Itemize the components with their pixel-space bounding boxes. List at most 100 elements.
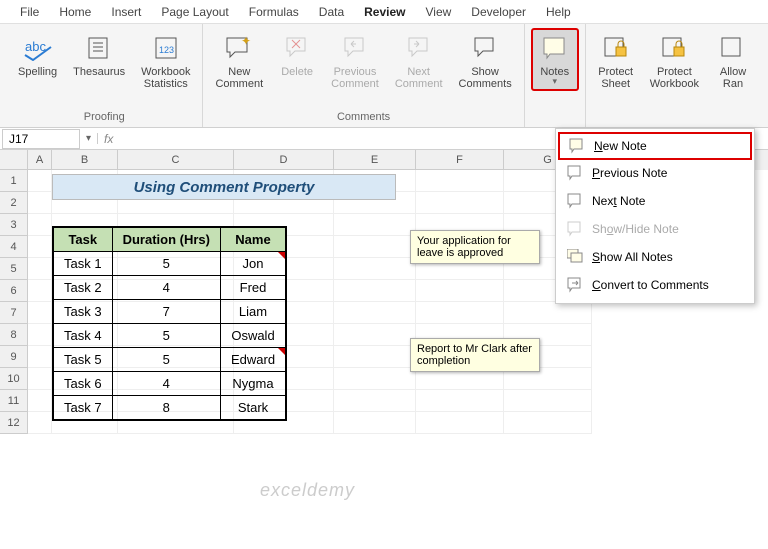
convert-icon: [566, 276, 584, 294]
row-head-5[interactable]: 5: [0, 258, 28, 280]
cell-duration[interactable]: 5: [112, 348, 220, 372]
row-head-11[interactable]: 11: [0, 390, 28, 412]
note-indicator-icon[interactable]: [278, 252, 285, 259]
table-row: Task 15Jon: [53, 252, 286, 276]
name-box-dropdown[interactable]: ▾: [80, 133, 98, 144]
row-head-9[interactable]: 9: [0, 346, 28, 368]
cell-task[interactable]: Task 7: [53, 396, 112, 421]
cell-duration[interactable]: 5: [112, 252, 220, 276]
cell-task[interactable]: Task 2: [53, 276, 112, 300]
tab-data[interactable]: Data: [309, 2, 354, 22]
cell-name[interactable]: Fred: [220, 276, 286, 300]
cell-task[interactable]: Task 6: [53, 372, 112, 396]
row-head-1[interactable]: 1: [0, 170, 28, 192]
show-comments-button[interactable]: Show Comments: [453, 28, 518, 94]
previous-comment-button: Previous Comment: [325, 28, 385, 94]
title-cell[interactable]: Using Comment Property: [52, 174, 396, 200]
cell-name[interactable]: Stark: [220, 396, 286, 421]
chevron-down-icon: ▾: [552, 76, 557, 87]
name-box[interactable]: J17: [2, 129, 80, 149]
fx-icon[interactable]: fx: [98, 132, 119, 146]
show-all-notes-icon: [566, 248, 584, 266]
tab-view[interactable]: View: [416, 2, 462, 22]
header-task[interactable]: Task: [53, 227, 112, 252]
row-head-3[interactable]: 3: [0, 214, 28, 236]
workbook-stats-button[interactable]: 123 Workbook Statistics: [135, 28, 196, 94]
tab-insert[interactable]: Insert: [101, 2, 151, 22]
next-comment-button: Next Comment: [389, 28, 449, 94]
notes-button[interactable]: Notes ▾: [531, 28, 579, 91]
table-row: Task 78Stark: [53, 396, 286, 421]
new-note-icon: [568, 137, 586, 155]
protect-sheet-icon: [600, 32, 632, 64]
menu-previous-note[interactable]: Previous Note: [556, 159, 754, 187]
cell-task[interactable]: Task 1: [53, 252, 112, 276]
cell-task[interactable]: Task 5: [53, 348, 112, 372]
cell-task[interactable]: Task 3: [53, 300, 112, 324]
cell-name[interactable]: Edward: [220, 348, 286, 372]
header-duration[interactable]: Duration (Hrs): [112, 227, 220, 252]
cell-duration[interactable]: 4: [112, 276, 220, 300]
cell-task[interactable]: Task 4: [53, 324, 112, 348]
allow-ranges-button[interactable]: Allow Ran: [709, 28, 757, 94]
cell-name[interactable]: Nygma: [220, 372, 286, 396]
menu-show-all-notes[interactable]: Show All Notes: [556, 243, 754, 271]
protect-workbook-button[interactable]: Protect Workbook: [644, 28, 705, 94]
watermark: exceldemy: [260, 480, 355, 501]
row-head-8[interactable]: 8: [0, 324, 28, 346]
row-head-7[interactable]: 7: [0, 302, 28, 324]
menu-showhide-note: Show/Hide Note: [556, 215, 754, 243]
row-head-6[interactable]: 6: [0, 280, 28, 302]
allow-ranges-icon: [717, 32, 749, 64]
svg-text:123: 123: [159, 45, 174, 55]
new-comment-button[interactable]: ✦ New Comment: [209, 28, 269, 94]
col-head-e[interactable]: E: [334, 150, 416, 170]
protect-sheet-button[interactable]: Protect Sheet: [592, 28, 640, 94]
spelling-button[interactable]: abc Spelling: [12, 28, 63, 82]
col-head-d[interactable]: D: [234, 150, 334, 170]
menu-bar: File Home Insert Page Layout Formulas Da…: [0, 0, 768, 24]
cell-duration[interactable]: 7: [112, 300, 220, 324]
next-note-icon: [566, 192, 584, 210]
menu-next-note[interactable]: Next Note: [556, 187, 754, 215]
cell-duration[interactable]: 8: [112, 396, 220, 421]
cell-name[interactable]: Liam: [220, 300, 286, 324]
cell-name[interactable]: Jon: [220, 252, 286, 276]
col-head-f[interactable]: F: [416, 150, 504, 170]
delete-comment-button: Delete: [273, 28, 321, 82]
ribbon: abc Spelling Thesaurus 123 Workbook Stat…: [0, 24, 768, 128]
menu-new-note[interactable]: New Note: [558, 132, 752, 160]
svg-text:✦: ✦: [241, 35, 251, 48]
data-table: Task Duration (Hrs) Name Task 15JonTask …: [52, 226, 287, 421]
table-row: Task 45Oswald: [53, 324, 286, 348]
row-head-2[interactable]: 2: [0, 192, 28, 214]
tab-developer[interactable]: Developer: [461, 2, 536, 22]
tab-formulas[interactable]: Formulas: [239, 2, 309, 22]
menu-convert-to-comments[interactable]: Convert to Comments: [556, 271, 754, 299]
delete-comment-icon: [281, 32, 313, 64]
header-name[interactable]: Name: [220, 227, 286, 252]
col-head-a[interactable]: A: [28, 150, 52, 170]
note-indicator-icon[interactable]: [278, 348, 285, 355]
tab-page-layout[interactable]: Page Layout: [151, 2, 238, 22]
cell-duration[interactable]: 5: [112, 324, 220, 348]
notes-dropdown: New Note Previous Note Next Note Show/Hi…: [555, 128, 755, 304]
row-head-12[interactable]: 12: [0, 412, 28, 434]
previous-comment-icon: [339, 32, 371, 64]
row-head-4[interactable]: 4: [0, 236, 28, 258]
cell-duration[interactable]: 4: [112, 372, 220, 396]
select-all-corner[interactable]: [0, 150, 28, 170]
tab-review[interactable]: Review: [354, 2, 415, 22]
tab-file[interactable]: File: [10, 2, 49, 22]
col-head-c[interactable]: C: [118, 150, 234, 170]
thesaurus-button[interactable]: Thesaurus: [67, 28, 131, 82]
row-head-10[interactable]: 10: [0, 368, 28, 390]
previous-note-icon: [566, 164, 584, 182]
note-2: Report to Mr Clark after completion: [410, 338, 540, 372]
tab-help[interactable]: Help: [536, 2, 581, 22]
cell-name[interactable]: Oswald: [220, 324, 286, 348]
tab-home[interactable]: Home: [49, 2, 101, 22]
col-head-b[interactable]: B: [52, 150, 118, 170]
next-comment-icon: [403, 32, 435, 64]
showhide-note-icon: [566, 220, 584, 238]
